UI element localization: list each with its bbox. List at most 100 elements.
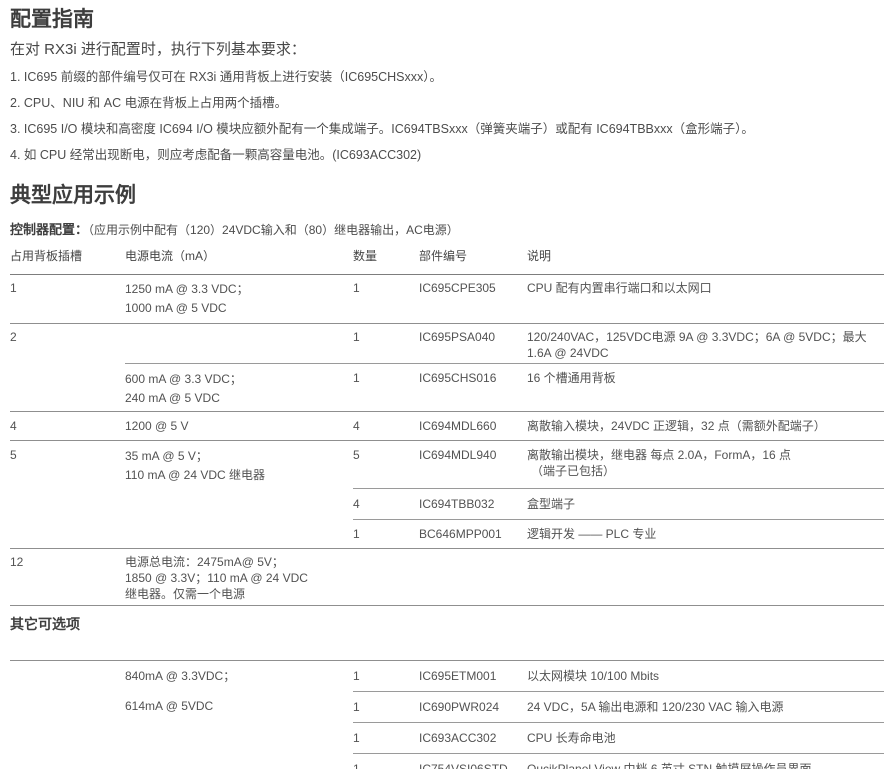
qty-cell: 1: [353, 761, 419, 769]
slot-cell: 1: [10, 280, 125, 296]
qty-cell: 1: [353, 730, 419, 746]
table-row: 12 电源总电流：2475mA@ 5V； 1850 @ 3.3V；110 mA …: [10, 548, 884, 605]
table-subrow: 1 IC754VSI06STD QucikPlanel View 中档 6 英寸…: [353, 753, 884, 769]
desc-cell: CPU 配有内置串行端口和以太网口: [527, 280, 884, 296]
table-subrow: 1 IC693ACC302 CPU 长寿命电池: [353, 722, 884, 753]
section-title-typical-example: 典型应用示例: [10, 184, 884, 208]
desc-line: 120/240VAC，125VDC电源 9A @ 3.3VDC；6A @ 5VD…: [527, 329, 884, 345]
current-line: 614mA @ 5VDC: [125, 691, 353, 721]
table-subrow: 600 mA @ 3.3 VDC； 240 mA @ 5 VDC 1 IC695…: [125, 363, 884, 411]
slot-cell: 2: [10, 324, 125, 347]
row-subgroup: 5 IC694MDL940 离散输出模块，继电器 每点 2.0A，FormA，1…: [353, 441, 884, 548]
desc-line: 离散输出模块，继电器 每点 2.0A，FormA，16 点: [527, 447, 884, 463]
part-cell: IC694MDL660: [419, 418, 527, 434]
table-header-row: 占用背板插槽 电源电流（mA） 数量 部件编号 说明: [10, 248, 884, 275]
slot-cell: 12: [10, 554, 125, 570]
controller-config-line: 控制器配置：（应用示例中配有（120）24VDC输入和（80）继电器输出，AC电…: [10, 222, 884, 238]
part-cell: IC693ACC302: [419, 730, 527, 746]
header-current: 电源电流（mA）: [125, 248, 353, 264]
desc-cell: 以太网模块 10/100 Mbits: [527, 668, 884, 684]
desc-cell: 离散输出模块，继电器 每点 2.0A，FormA，16 点 （端子已包括）: [527, 447, 884, 479]
part-cell: IC694TBB032: [419, 496, 527, 512]
datasheet-page: 配置指南 在对 RX3i 进行配置时，执行下列基本要求： 1. IC695 前缀…: [0, 0, 894, 769]
page-content: 配置指南 在对 RX3i 进行配置时，执行下列基本要求： 1. IC695 前缀…: [0, 0, 894, 769]
table-subrow: 4 IC694TBB032 盒型端子: [353, 488, 884, 519]
list-item: 4. 如 CPU 经常出现断电，则应考虑配备一颗高容量电池。(IC693ACC3…: [10, 147, 884, 163]
part-cell: IC694MDL940: [419, 447, 527, 463]
current-cell: 35 mA @ 5 V； 110 mA @ 24 VDC 继电器: [125, 441, 353, 494]
current-line: 继电器。仅需一个电源: [125, 586, 353, 602]
desc-cell: QucikPlanel View 中档 6 英寸 STN 触摸屏操作员界面: [527, 761, 884, 769]
current-line: 1250 mA @ 3.3 VDC；: [125, 280, 353, 299]
current-line: 电源总电流：2475mA@ 5V；: [125, 554, 353, 570]
controller-config-desc: （应用示例中配有（120）24VDC输入和（80）继电器输出，AC电源）: [88, 223, 459, 237]
part-cell: IC695PSA040: [419, 329, 527, 345]
header-desc: 说明: [527, 248, 884, 264]
header-part: 部件编号: [419, 248, 527, 264]
qty-cell: 1: [353, 280, 419, 296]
part-cell: IC690PWR024: [419, 699, 527, 715]
desc-line: 1.6A @ 24VDC: [527, 345, 884, 361]
table-row: 2 1 IC695PSA040 120/240VAC，125VDC电源 9A @…: [10, 323, 884, 411]
current-line: 600 mA @ 3.3 VDC；: [125, 370, 353, 389]
desc-line: （端子已包括）: [527, 463, 884, 479]
qty-cell: 1: [353, 370, 419, 386]
current-line: 1850 @ 3.3V；110 mA @ 24 VDC: [125, 570, 353, 586]
header-slot: 占用背板插槽: [10, 248, 125, 264]
desc-cell: 盒型端子: [527, 496, 884, 512]
desc-cell: 逻辑开发 —— PLC 专业: [527, 526, 884, 542]
parts-table: 占用背板插槽 电源电流（mA） 数量 部件编号 说明 1 1250 mA @ 3…: [10, 248, 884, 769]
section-title-config-guide: 配置指南: [10, 8, 884, 32]
part-cell: IC695CHS016: [419, 370, 527, 386]
part-cell: IC695ETM001: [419, 668, 527, 684]
part-cell: IC754VSI06STD: [419, 761, 527, 769]
table-row: 840mA @ 3.3VDC； 614mA @ 5VDC 1 IC695ETM0…: [10, 660, 884, 769]
qty-cell: 5: [353, 447, 419, 463]
desc-cell: 16 个槽通用背板: [527, 370, 884, 386]
row-subgroup: 1 IC695PSA040 120/240VAC，125VDC电源 9A @ 3…: [125, 324, 884, 411]
qty-cell: 1: [353, 526, 419, 542]
current-line: 840mA @ 3.3VDC；: [125, 661, 353, 691]
table-subrow: 1 BC646MPP001 逻辑开发 —— PLC 专业: [353, 519, 884, 548]
table-row: 5 35 mA @ 5 V； 110 mA @ 24 VDC 继电器 5 IC6…: [10, 440, 884, 548]
current-line: 1000 mA @ 5 VDC: [125, 299, 353, 318]
current-line: 35 mA @ 5 V；: [125, 447, 353, 466]
header-qty: 数量: [353, 248, 419, 264]
list-item: 1. IC695 前缀的部件编号仅可在 RX3i 通用背板上进行安装（IC695…: [10, 69, 884, 85]
current-line: 240 mA @ 5 VDC: [125, 389, 353, 408]
current-cell: 600 mA @ 3.3 VDC； 240 mA @ 5 VDC: [125, 370, 353, 408]
current-cell: 电源总电流：2475mA@ 5V； 1850 @ 3.3V；110 mA @ 2…: [125, 554, 353, 602]
current-cell: 1200 @ 5 V: [125, 418, 353, 434]
qty-cell: 1: [353, 668, 419, 684]
desc-cell: CPU 长寿命电池: [527, 730, 884, 746]
table-subrow: 5 IC694MDL940 离散输出模块，继电器 每点 2.0A，FormA，1…: [353, 441, 884, 488]
slot-cell: [10, 661, 125, 675]
slot-cell: 5: [10, 441, 125, 472]
desc-cell: 离散输入模块，24VDC 正逻辑，32 点（需额外配端子）: [527, 418, 884, 434]
part-cell: BC646MPP001: [419, 526, 527, 542]
controller-config-label: 控制器配置：: [10, 222, 88, 237]
table-row: 4 1200 @ 5 V 4 IC694MDL660 离散输入模块，24VDC …: [10, 411, 884, 440]
table-subrow: 1 IC690PWR024 24 VDC，5A 输出电源和 120/230 VA…: [353, 691, 884, 722]
table-subrow: 1 IC695PSA040 120/240VAC，125VDC电源 9A @ 3…: [125, 324, 884, 363]
qty-cell: 1: [353, 699, 419, 715]
table-subrow: 1 IC695ETM001 以太网模块 10/100 Mbits: [353, 661, 884, 691]
table-row: 1 1250 mA @ 3.3 VDC； 1000 mA @ 5 VDC 1 I…: [10, 275, 884, 323]
current-cell: 840mA @ 3.3VDC； 614mA @ 5VDC: [125, 661, 353, 721]
options-section-title: 其它可选项: [10, 615, 884, 633]
current-line: 110 mA @ 24 VDC 继电器: [125, 466, 353, 485]
qty-cell: 1: [353, 329, 419, 345]
config-intro-text: 在对 RX3i 进行配置时，执行下列基本要求：: [10, 41, 884, 59]
list-item: 2. CPU、NIU 和 AC 电源在背板上占用两个插槽。: [10, 95, 884, 111]
part-cell: IC695CPE305: [419, 280, 527, 296]
current-cell: 1250 mA @ 3.3 VDC； 1000 mA @ 5 VDC: [125, 280, 353, 318]
requirements-list: 1. IC695 前缀的部件编号仅可在 RX3i 通用背板上进行安装（IC695…: [10, 69, 884, 163]
row-subgroup: 1 IC695ETM001 以太网模块 10/100 Mbits 1 IC690…: [353, 661, 884, 769]
desc-cell: 120/240VAC，125VDC电源 9A @ 3.3VDC；6A @ 5VD…: [527, 329, 884, 361]
qty-cell: 4: [353, 418, 419, 434]
list-item: 3. IC695 I/O 模块和高密度 IC694 I/O 模块应额外配有一个集…: [10, 121, 884, 137]
options-section-header: 其它可选项: [10, 605, 884, 660]
desc-cell: 24 VDC，5A 输出电源和 120/230 VAC 输入电源: [527, 699, 884, 715]
qty-cell: 4: [353, 496, 419, 512]
slot-cell: 4: [10, 418, 125, 434]
